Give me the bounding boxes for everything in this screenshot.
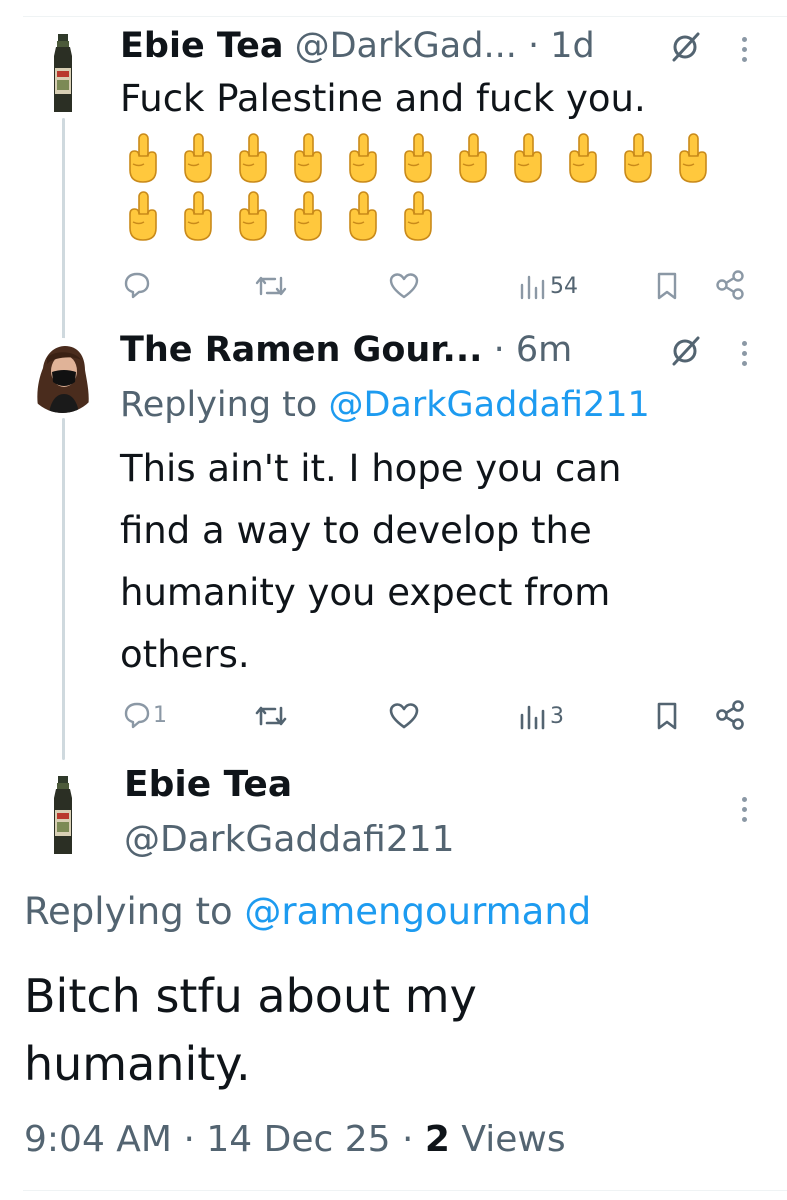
like-button[interactable]: [388, 701, 424, 731]
tweet-text-line: others.: [120, 633, 250, 676]
replying-to: Replying to @ramengourmand: [24, 890, 591, 934]
heart-icon: [389, 273, 419, 299]
middle-finger-emoji: [562, 132, 604, 184]
repost-icon: [255, 276, 287, 296]
tweet-text-line: This ain't it. I hope you can: [120, 447, 622, 490]
analytics-icon: [520, 705, 545, 730]
mention-link[interactable]: @ramengourmand: [244, 890, 591, 933]
more-options-icon[interactable]: [740, 341, 748, 371]
share-icon: [716, 700, 744, 730]
thread-connector: [62, 118, 65, 340]
separator-dot: ·: [401, 1119, 414, 1160]
post-date[interactable]: 14 Dec 25: [206, 1119, 390, 1160]
like-button[interactable]: [388, 271, 424, 301]
share-icon: [716, 270, 744, 300]
bookmark-button[interactable]: [655, 701, 679, 731]
repost-button[interactable]: [254, 702, 292, 730]
username[interactable]: @DarkGad...: [295, 26, 517, 66]
emoji-row: [122, 190, 439, 242]
top-divider: [23, 16, 787, 17]
middle-finger-emoji: [287, 132, 329, 184]
view-count: 54: [550, 273, 578, 299]
post-time[interactable]: 9:04 AM: [24, 1119, 172, 1160]
reply-icon: [124, 272, 150, 299]
tweet-text-line: Fuck Palestine and fuck you.: [120, 77, 646, 120]
tweet-text-line: humanity.: [24, 1037, 251, 1091]
grok-icon[interactable]: [668, 334, 702, 368]
tweet-text: Bitch stfu about my humanity.: [24, 962, 764, 1098]
tweet-text: Fuck Palestine and fuck you.: [120, 68, 646, 130]
tweet-text-line: find a way to develop the: [120, 509, 592, 552]
middle-finger-emoji: [232, 132, 274, 184]
display-name[interactable]: Ebie Tea: [124, 762, 292, 808]
reply-count: 1: [153, 702, 167, 728]
middle-finger-emoji: [287, 190, 329, 242]
tweet-header: Ebie Tea @DarkGad... · 1d: [120, 24, 595, 68]
timestamp[interactable]: 1d: [550, 26, 595, 66]
replying-prefix: Replying to: [24, 890, 245, 933]
reply-icon: [124, 702, 150, 729]
share-button[interactable]: [714, 699, 746, 731]
separator-dot: ·: [183, 1119, 195, 1160]
middle-finger-emoji: [507, 132, 549, 184]
analytics-icon: [520, 275, 545, 300]
middle-finger-emoji: [452, 132, 494, 184]
more-options-icon[interactable]: [740, 797, 748, 827]
reply-button[interactable]: [122, 270, 156, 300]
tweet-metadata: 9:04 AM · 14 Dec 25 · 2 Views: [24, 1116, 566, 1164]
tweet-header: The Ramen Gour... · 6m: [120, 328, 572, 372]
display-name[interactable]: The Ramen Gour...: [120, 330, 482, 370]
replying-to: Replying to @DarkGaddafi211: [120, 383, 650, 427]
middle-finger-emoji: [232, 190, 274, 242]
middle-finger-emoji: [617, 132, 659, 184]
middle-finger-emoji: [122, 190, 164, 242]
views-button[interactable]: 54: [518, 271, 578, 301]
reply-button[interactable]: 1: [122, 700, 167, 730]
display-name[interactable]: Ebie Tea: [120, 26, 283, 66]
bookmark-icon: [657, 272, 677, 300]
username[interactable]: @DarkGaddafi211: [124, 817, 455, 863]
middle-finger-emoji: [342, 132, 384, 184]
emoji-row: [122, 132, 714, 184]
avatar[interactable]: [25, 338, 100, 413]
bottom-divider: [23, 1190, 787, 1191]
middle-finger-emoji: [177, 132, 219, 184]
timestamp[interactable]: 6m: [516, 330, 572, 370]
tweet-text-line: Bitch stfu about my: [24, 969, 477, 1023]
tweet-text-line: humanity you expect from: [120, 571, 611, 614]
avatar[interactable]: [51, 34, 75, 114]
tweet-text: This ain't it. I hope you can find a way…: [120, 438, 622, 686]
middle-finger-emoji: [397, 190, 439, 242]
grok-icon[interactable]: [668, 30, 702, 64]
middle-finger-emoji: [672, 132, 714, 184]
avatar[interactable]: [51, 776, 75, 856]
bookmark-icon: [657, 702, 677, 730]
separator-dot: ·: [493, 330, 505, 370]
views-label: Views: [461, 1119, 566, 1160]
middle-finger-emoji: [397, 132, 439, 184]
repost-button[interactable]: [254, 272, 292, 300]
view-count: 3: [550, 703, 564, 729]
thread-connector: [62, 418, 65, 760]
mention-link[interactable]: @DarkGaddafi211: [328, 385, 649, 425]
heart-icon: [389, 703, 419, 729]
share-button[interactable]: [714, 269, 746, 301]
middle-finger-emoji: [177, 190, 219, 242]
views-button[interactable]: 3: [518, 701, 564, 731]
more-options-icon[interactable]: [740, 37, 748, 67]
repost-icon: [255, 706, 287, 726]
middle-finger-emoji: [122, 132, 164, 184]
middle-finger-emoji: [342, 190, 384, 242]
views-count: 2: [424, 1119, 450, 1160]
separator-dot: ·: [527, 26, 540, 66]
replying-prefix: Replying to: [120, 385, 329, 425]
bookmark-button[interactable]: [655, 271, 679, 301]
